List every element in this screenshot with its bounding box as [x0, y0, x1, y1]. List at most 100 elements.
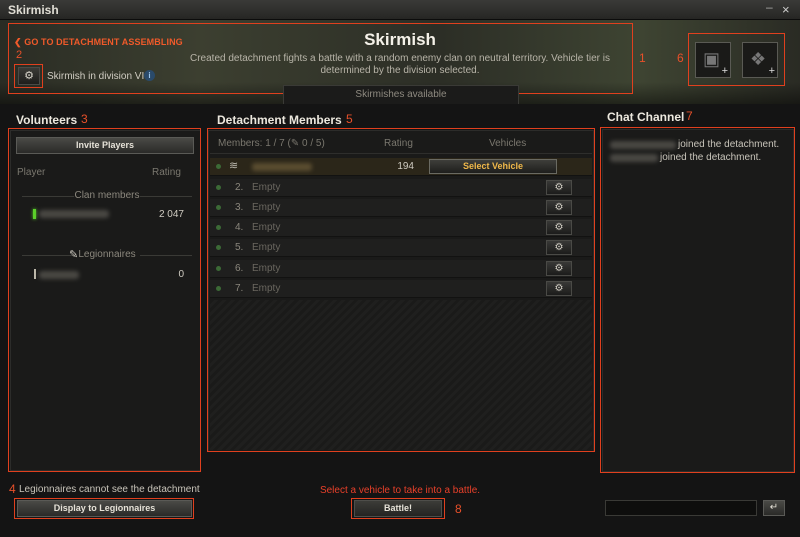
- minimize-button[interactable]: –: [766, 1, 778, 15]
- legionnaires-note: Legionnaires cannot see the detachment: [19, 484, 200, 495]
- chat-panel: [602, 129, 794, 472]
- player-name-blurred: [252, 163, 312, 171]
- table-row[interactable]: 7. Empty ⚙: [210, 280, 592, 298]
- table-row[interactable]: 2. Empty ⚙: [210, 179, 592, 197]
- slot-settings-button[interactable]: ⚙: [546, 200, 572, 215]
- slot-number: 6.: [235, 263, 244, 274]
- slot-status-icon: [216, 185, 221, 190]
- gear-icon: ⚙: [554, 283, 564, 294]
- gear-icon: ⚙: [554, 202, 564, 213]
- slot-number: 7.: [235, 283, 244, 294]
- gear-icon: ⚙: [24, 70, 34, 82]
- slot-status-icon: [216, 286, 221, 291]
- consumable-icon: ❖: [750, 49, 767, 69]
- member-rating: 194: [397, 161, 414, 172]
- annotation-number-1: 1: [639, 51, 646, 65]
- player-rating: 2 047: [158, 209, 184, 220]
- display-to-legionnaires-button[interactable]: Display to Legionnaires: [17, 500, 192, 517]
- table-row[interactable]: 3. Empty ⚙: [210, 199, 592, 217]
- rating-column-header: Rating: [384, 138, 413, 149]
- slot-settings-button[interactable]: ⚙: [546, 220, 572, 235]
- chat-message-text: joined the detachment.: [660, 152, 762, 163]
- player-name-blurred: [610, 141, 676, 149]
- volunteers-title: Volunteers: [16, 113, 78, 127]
- chat-input[interactable]: [605, 500, 757, 516]
- annotation-number-4: 4: [9, 482, 16, 496]
- slot-settings-button[interactable]: ⚙: [546, 281, 572, 296]
- chat-channel-title: Chat Channel: [607, 110, 685, 124]
- table-row[interactable]: 6. Empty ⚙: [210, 260, 592, 278]
- slot-empty-label: Empty: [252, 182, 281, 193]
- slot-status-icon: [216, 266, 221, 271]
- offline-status-icon: [34, 269, 36, 279]
- slot-number: 3.: [235, 202, 244, 213]
- player-name-blurred: [39, 210, 109, 218]
- slot-number: 2.: [235, 182, 244, 193]
- player-name-blurred: [39, 271, 79, 279]
- slot-status-icon: [216, 245, 221, 250]
- slot-empty-label: Empty: [252, 283, 281, 294]
- slot-status-icon: [216, 205, 221, 210]
- annotation-number-5: 5: [346, 112, 353, 126]
- gear-icon: ⚙: [554, 263, 564, 274]
- chat-message-text: joined the detachment.: [678, 139, 780, 150]
- window-title: Skirmish: [8, 3, 59, 17]
- detachment-members-title: Detachment Members: [217, 113, 342, 127]
- slot-settings-button[interactable]: ⚙: [546, 180, 572, 195]
- player-rating: 0: [178, 269, 184, 280]
- page-title: Skirmish: [364, 30, 436, 49]
- info-icon[interactable]: i: [144, 70, 155, 81]
- invite-players-button[interactable]: Invite Players: [16, 137, 194, 154]
- plus-icon: +: [721, 65, 728, 77]
- division-label: Skirmish in division VI: [47, 71, 145, 82]
- division-settings-button[interactable]: ⚙: [18, 67, 40, 85]
- slot-settings-button[interactable]: ⚙: [546, 240, 572, 255]
- clan-members-label: Clan members: [12, 190, 202, 201]
- annotation-number-3: 3: [81, 112, 88, 126]
- slot-empty-label: Empty: [252, 222, 281, 233]
- player-column-header: Player: [17, 167, 46, 178]
- tab-skirmishes-available[interactable]: Skirmishes available: [283, 85, 519, 104]
- close-button[interactable]: ×: [782, 2, 794, 17]
- slot-settings-button[interactable]: ⚙: [546, 261, 572, 276]
- detachment-empty-area: [210, 300, 592, 450]
- gear-icon: ⚙: [554, 242, 564, 253]
- battle-button[interactable]: Battle!: [354, 500, 442, 517]
- plus-icon: +: [768, 65, 775, 77]
- slot-empty-label: Empty: [252, 202, 281, 213]
- online-status-icon: [33, 209, 36, 219]
- legionnaires-label: Legionnaires: [12, 249, 202, 260]
- legionnaire-icon: ✎: [290, 138, 300, 149]
- slot-status-icon: [216, 225, 221, 230]
- connection-icon: ≋: [229, 160, 239, 172]
- annotation-number-7: 7: [686, 109, 693, 123]
- detachment-column-headers: Members: 1 / 7 (✎ 0 / 5) Rating Vehicles: [210, 134, 592, 154]
- select-vehicle-button[interactable]: Select Vehicle: [429, 159, 557, 174]
- slot-number: 5.: [235, 242, 244, 253]
- vehicle-slot-tile[interactable]: ▣ +: [695, 42, 731, 78]
- ready-status-icon: [216, 164, 221, 169]
- rating-column-header: Rating: [152, 167, 181, 178]
- tank-hull-icon: ▣: [703, 49, 721, 69]
- volunteers-panel: [10, 130, 201, 471]
- gear-icon: ⚙: [554, 222, 564, 233]
- consumable-slot-tile[interactable]: ❖ +: [742, 42, 778, 78]
- send-message-button[interactable]: ↵: [763, 500, 785, 516]
- members-count: Members: 1 / 7 (✎ 0 / 5): [218, 138, 325, 149]
- table-row[interactable]: ≋ 194 Select Vehicle: [210, 158, 592, 176]
- table-row[interactable]: 4. Empty ⚙: [210, 219, 592, 237]
- table-row[interactable]: 5. Empty ⚙: [210, 239, 592, 257]
- window-titlebar: Skirmish – ×: [0, 0, 800, 20]
- annotation-number-8: 8: [455, 502, 462, 516]
- annotation-number-2: 2: [16, 49, 23, 61]
- select-vehicle-message: Select a vehicle to take into a battle.: [319, 485, 481, 496]
- slot-empty-label: Empty: [252, 242, 281, 253]
- vehicles-column-header: Vehicles: [489, 138, 527, 149]
- enter-icon: ↵: [769, 502, 779, 513]
- skirmish-description: Created detachment fights a battle with …: [189, 53, 611, 76]
- annotation-number-6: 6: [677, 51, 684, 65]
- slot-empty-label: Empty: [252, 263, 281, 274]
- slot-number: 4.: [235, 222, 244, 233]
- player-name-blurred: [610, 154, 658, 162]
- gear-icon: ⚙: [554, 182, 564, 193]
